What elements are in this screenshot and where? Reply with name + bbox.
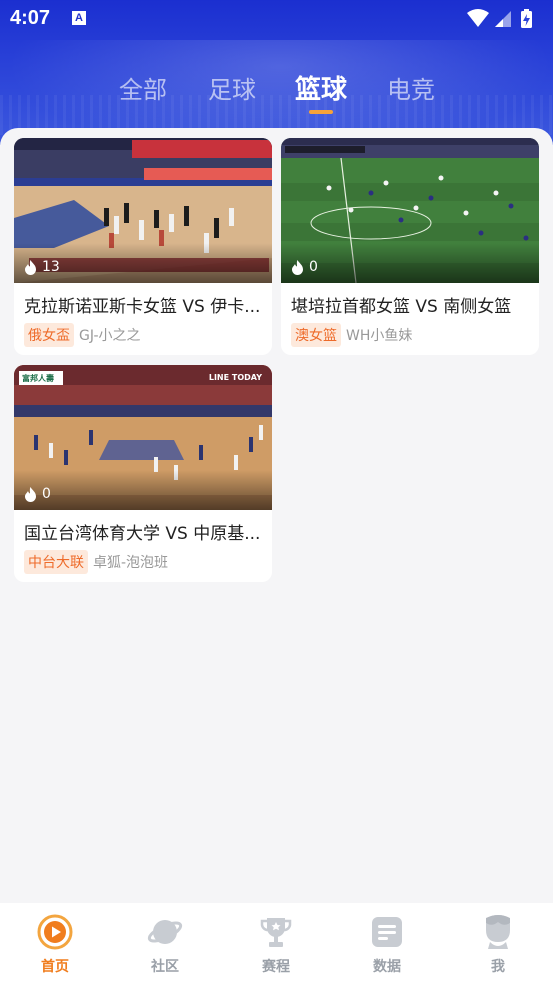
active-tab-indicator <box>309 110 333 114</box>
tab-all[interactable]: 全部 <box>119 70 167 105</box>
nav-item-home[interactable]: 首页 <box>0 903 110 984</box>
video-list: 13 克拉斯诺亚斯卡女篮 VS 伊卡... 俄女盃 GJ-小之之 0 堪培拉首都… <box>0 128 553 903</box>
league-tag: 中台大联 <box>24 550 88 574</box>
planet-icon <box>147 920 183 944</box>
nav-label: 数据 <box>373 959 401 975</box>
tab-esports[interactable]: 电竞 <box>387 70 435 105</box>
wifi-icon <box>467 9 489 27</box>
video-card[interactable]: 13 克拉斯诺亚斯卡女篮 VS 伊卡... 俄女盃 GJ-小之之 <box>14 138 272 355</box>
video-meta: 中台大联 卓狐-泡泡班 <box>24 550 168 574</box>
nav-label: 我 <box>491 959 505 975</box>
video-thumbnail: 13 <box>14 138 272 283</box>
nav-label: 社区 <box>151 959 179 975</box>
tab-basketball[interactable]: 篮球 <box>295 69 347 106</box>
user-avatar-icon <box>486 915 510 949</box>
nav-item-data[interactable]: 数据 <box>332 903 442 984</box>
view-count-value: 13 <box>42 259 60 275</box>
trophy-icon <box>260 918 292 947</box>
nav-label: 赛程 <box>262 959 290 975</box>
nav-item-schedule[interactable]: 赛程 <box>221 903 331 984</box>
notification-icon: A <box>72 11 86 25</box>
nav-item-me[interactable]: 我 <box>443 903 553 984</box>
league-tag: 澳女篮 <box>291 323 341 347</box>
video-thumbnail: 富邦人壽 LINE TODAY 0 <box>14 365 272 510</box>
data-list-icon <box>372 917 402 947</box>
status-icons <box>467 9 532 28</box>
bottom-navigation: 首页 社区 赛程 数据 我 <box>0 903 553 984</box>
view-count-value: 0 <box>42 486 51 502</box>
nav-item-community[interactable]: 社区 <box>110 903 220 984</box>
video-title: 国立台湾体育大学 VS 中原基... <box>24 524 261 544</box>
fire-icon <box>292 259 303 275</box>
view-count-value: 0 <box>309 259 318 275</box>
status-time: 4:07 <box>10 7 51 29</box>
play-circle-icon <box>37 914 73 950</box>
video-card[interactable]: 富邦人壽 LINE TODAY 0 国立台湾体育大学 VS 中原基... 中台大… <box>14 365 272 582</box>
video-title: 堪培拉首都女篮 VS 南侧女篮 <box>291 297 512 317</box>
video-meta: 澳女篮 WH小鱼妹 <box>291 323 412 347</box>
author-name: GJ-小之之 <box>79 328 141 344</box>
video-meta: 俄女盃 GJ-小之之 <box>24 323 141 347</box>
view-count: 0 <box>24 486 51 502</box>
broadcaster-logo: LINE TODAY <box>208 373 262 382</box>
view-count: 0 <box>291 259 318 275</box>
category-tabs: 全部 足球 篮球 电竞 <box>0 64 553 114</box>
video-title: 克拉斯诺亚斯卡女篮 VS 伊卡... <box>24 297 261 317</box>
league-tag: 俄女盃 <box>24 323 74 347</box>
view-count: 13 <box>24 259 60 275</box>
nav-label: 首页 <box>41 959 69 975</box>
video-thumbnail: 0 <box>281 138 539 283</box>
author-name: WH小鱼妹 <box>346 328 413 344</box>
fire-icon <box>25 259 36 275</box>
status-bar: 4:07 A <box>0 0 553 38</box>
fire-icon <box>25 486 36 502</box>
video-card[interactable]: 0 堪培拉首都女篮 VS 南侧女篮 澳女篮 WH小鱼妹 <box>281 138 539 355</box>
sponsor-logo: 富邦人壽 <box>22 374 54 383</box>
author-name: 卓狐-泡泡班 <box>93 555 169 571</box>
tab-football[interactable]: 足球 <box>208 70 256 105</box>
